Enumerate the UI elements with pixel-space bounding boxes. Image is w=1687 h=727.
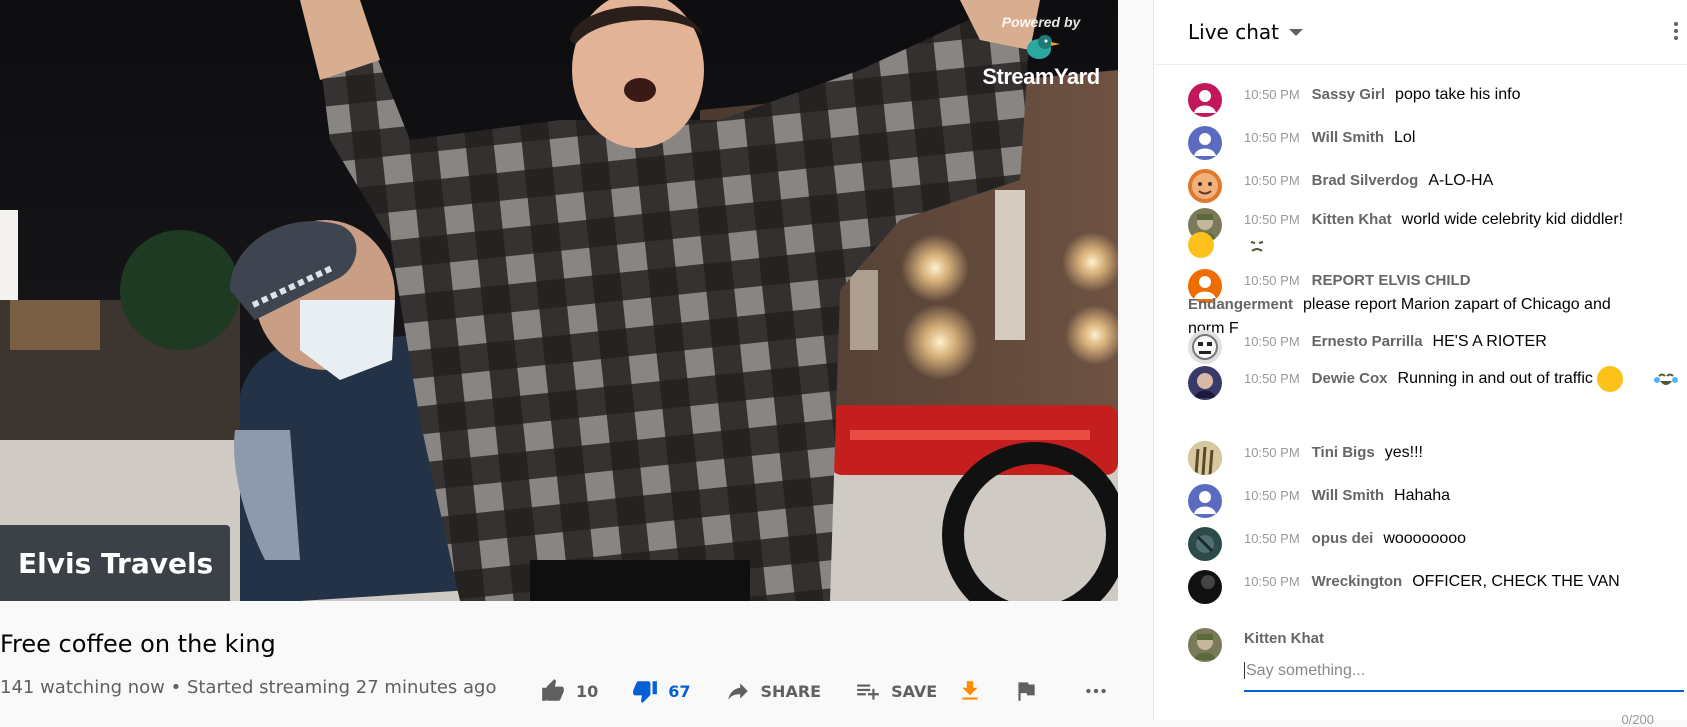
message-author[interactable]: opus dei [1312,530,1374,547]
chat-message-input[interactable]: Say something... [1244,662,1684,692]
message-author[interactable]: Kitten Khat [1312,211,1392,228]
message-author[interactable]: Sassy Girl [1312,86,1385,103]
message-text: popo take his info [1395,86,1521,103]
message-text: OFFICER, CHECK THE VAN [1412,573,1620,590]
message-text: Lol [1394,129,1416,146]
message-text: woooooooo [1383,530,1467,547]
chat-message-body: 10:50 PM Will Smith Hahaha [1244,484,1684,508]
playlist-add-icon [857,684,879,700]
thumbs-up-icon [542,679,564,701]
avatar [1188,628,1222,662]
video-meta: 141 watching now • Started streaming 27 … [0,677,497,698]
chat-message-body: 10:50 PM Kitten Khat world wide celebrity … [1188,208,1628,258]
message-time: 10:50 PM [1244,371,1300,387]
watermark-powered-by: Powered by [1001,14,1081,30]
message-time: 10:50 PM [1244,212,1300,227]
message-text: Running in and out of traffic [1397,370,1593,388]
avatar[interactable] [1188,484,1222,518]
download-icon [962,681,978,700]
chat-message-body: 10:50 PM Wreckington OFFICER, CHECK THE VA… [1244,570,1684,594]
save-button[interactable]: SAVE [855,678,937,704]
avatar[interactable] [1188,169,1222,203]
message-time: 10:50 PM [1244,531,1300,546]
avatar[interactable] [1188,330,1222,364]
share-arrow-icon [727,683,748,700]
avatar[interactable] [1188,83,1222,117]
message-author[interactable]: Wreckington [1312,573,1403,590]
message-time: 10:50 PM [1244,130,1300,145]
chat-messages[interactable]: 10:50 PM Sassy Girl popo take his info 10:… [1154,64,1687,612]
report-button[interactable] [1013,678,1049,704]
live-chat-title: Live chat [1188,20,1279,44]
share-label: SHARE [760,681,822,701]
streamyard-watermark: Powered by StreamYard [976,14,1106,90]
streamyard-duck-icon [1027,35,1060,59]
chat-input-username: Kitten Khat [1244,630,1324,647]
like-count: 10 [576,681,599,701]
download-button[interactable] [957,678,993,704]
message-author[interactable]: Will Smith [1312,129,1384,146]
avatar[interactable] [1188,570,1222,604]
message-text: world wide celebrity kid diddler! [1401,211,1624,228]
disappointed-face-emoji-icon [1188,232,1264,258]
avatar[interactable] [1188,527,1222,561]
chat-message-body: 10:50 PM Tini Bigs yes!!! [1244,441,1684,465]
like-button[interactable]: 10 [540,678,598,704]
video-actions: 10 67 SHARE SAVE [540,677,1153,705]
message-time: 10:50 PM [1244,445,1300,460]
message-time: 10:50 PM [1244,273,1300,288]
avatar[interactable] [1188,441,1222,475]
message-author[interactable]: Ernesto Parrilla [1312,333,1423,350]
video-title: Free coffee on the king [0,630,276,658]
thumbs-down-icon [633,681,658,703]
chat-message-body: 10:50 PM Brad Silverdog A-LO-HA [1244,169,1684,193]
message-text: A-LO-HA [1428,172,1494,189]
chat-input-placeholder: Say something... [1244,662,1366,679]
chat-message-body: 10:50 PM Sassy Girl popo take his info [1244,83,1684,107]
dislike-count: 67 [668,681,691,701]
chat-message-body: 10:50 PM opus dei woooooooo [1244,527,1684,551]
channel-name-overlay-text: Elvis Travels [18,546,214,580]
save-label: SAVE [891,681,938,701]
message-author[interactable]: Dewie Cox [1312,370,1388,387]
tears-of-joy-emoji-icon [1597,366,1679,392]
message-time: 10:50 PM [1244,574,1300,589]
more-horizontal-icon [1086,688,1106,694]
message-author[interactable]: Tini Bigs [1312,444,1375,461]
chat-message-body: 10:50 PM Will Smith Lol [1244,126,1684,150]
message-text: HE'S A RIOTER [1432,333,1547,350]
message-author[interactable]: Will Smith [1312,487,1384,504]
chat-message-body: 10:50 PM Ernesto Parrilla HE'S A RIOTER [1244,330,1684,354]
message-author[interactable]: Brad Silverdog [1312,172,1419,189]
watermark-brand: StreamYard [982,64,1100,89]
video-frame [0,0,1118,601]
live-chat-panel: Live chat 10:50 PM Sassy Girl popo take hi… [1153,0,1687,727]
live-chat-header[interactable]: Live chat [1154,0,1687,65]
more-actions-button[interactable] [1083,678,1119,704]
more-vertical-icon[interactable] [1674,22,1678,43]
flag-icon [1018,682,1035,701]
message-text: Hahaha [1394,487,1451,504]
message-time: 10:50 PM [1244,334,1300,349]
channel-name-overlay: Elvis Travels [0,525,230,601]
share-button[interactable]: SHARE [725,678,822,704]
chat-message-body: 10:50 PM Dewie Cox Running in and out of t… [1188,366,1679,392]
avatar[interactable] [1188,126,1222,160]
message-time: 10:50 PM [1244,488,1300,503]
dislike-button[interactable]: 67 [632,678,691,704]
message-time: 10:50 PM [1244,87,1300,102]
video-player[interactable]: Powered by StreamYard Elvis Travels [0,0,1118,601]
message-text: yes!!! [1384,444,1423,461]
message-time: 10:50 PM [1244,173,1300,188]
chevron-down-icon[interactable] [1288,28,1303,36]
